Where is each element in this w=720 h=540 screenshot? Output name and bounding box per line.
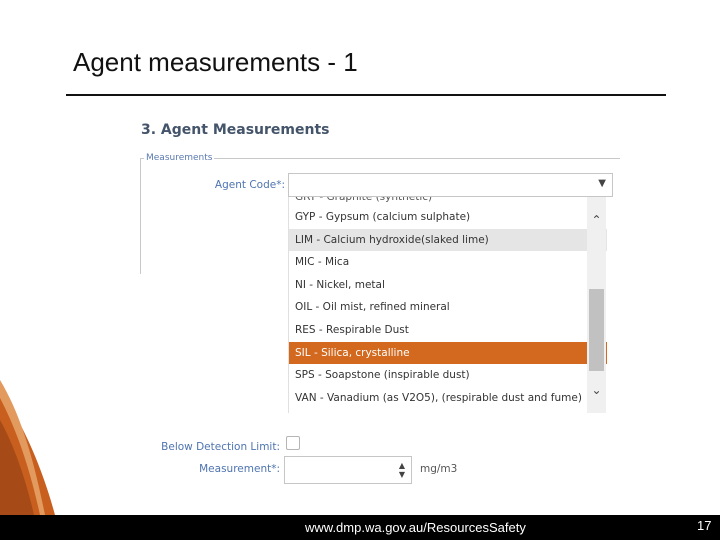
title-divider: [66, 94, 666, 96]
decorative-swoosh: [0, 380, 55, 515]
dropdown-option[interactable]: GRT - Graphite (synthetic): [289, 197, 607, 206]
measurement-unit: mg/m3: [420, 463, 458, 475]
agent-code-select[interactable]: ▼: [288, 173, 613, 197]
dropdown-option-selected[interactable]: SIL - Silica, crystalline: [289, 341, 607, 365]
dropdown-option[interactable]: MIC - Mica: [289, 251, 607, 274]
triangle-up-icon[interactable]: ▲: [397, 461, 407, 470]
triangle-down-icon[interactable]: ▼: [397, 470, 407, 479]
slide-title: Agent measurements - 1: [73, 47, 358, 77]
agent-code-dropdown-list[interactable]: GRT - Graphite (synthetic) GYP - Gypsum …: [288, 197, 607, 413]
dropdown-scrollbar[interactable]: ⌃ ⌄: [587, 197, 606, 413]
dropdown-option[interactable]: GYP - Gypsum (calcium sulphate): [289, 206, 607, 229]
dropdown-option[interactable]: RES - Respirable Dust: [289, 319, 607, 342]
section-heading: 3. Agent Measurements: [141, 122, 330, 138]
page-number: 17: [697, 518, 712, 533]
dropdown-option-hovered[interactable]: LIM - Calcium hydroxide(slaked lime): [289, 228, 607, 252]
triangle-down-icon[interactable]: ▼: [598, 178, 606, 189]
measurement-label: Measurement*:: [199, 463, 280, 475]
below-detection-checkbox[interactable]: [286, 436, 300, 450]
chevron-up-icon[interactable]: ⌃: [587, 211, 606, 229]
dropdown-option[interactable]: NI - Nickel, metal: [289, 274, 607, 297]
measurement-input[interactable]: ▲ ▼: [284, 456, 412, 484]
dropdown-option[interactable]: SPS - Soapstone (inspirable dust): [289, 364, 607, 387]
form-screenshot: 3. Agent Measurements Measurements Agent…: [135, 110, 625, 510]
footer-bar: www.dmp.wa.gov.au/ResourcesSafety 17: [0, 515, 720, 540]
agent-code-label: Agent Code*:: [214, 179, 285, 191]
dropdown-option[interactable]: OIL - Oil mist, refined mineral: [289, 296, 607, 319]
fieldset-border-left: [140, 158, 141, 274]
chevron-down-icon[interactable]: ⌄: [587, 381, 606, 399]
dropdown-option[interactable]: VAN - Vanadium (as V2O5), (respirable du…: [289, 387, 607, 410]
footer-url: www.dmp.wa.gov.au/ResourcesSafety: [305, 520, 526, 535]
measurement-stepper[interactable]: ▲ ▼: [397, 461, 407, 479]
scrollbar-thumb[interactable]: [589, 289, 604, 371]
below-detection-label: Below Detection Limit:: [161, 441, 280, 453]
fieldset-legend: Measurements: [144, 153, 215, 163]
